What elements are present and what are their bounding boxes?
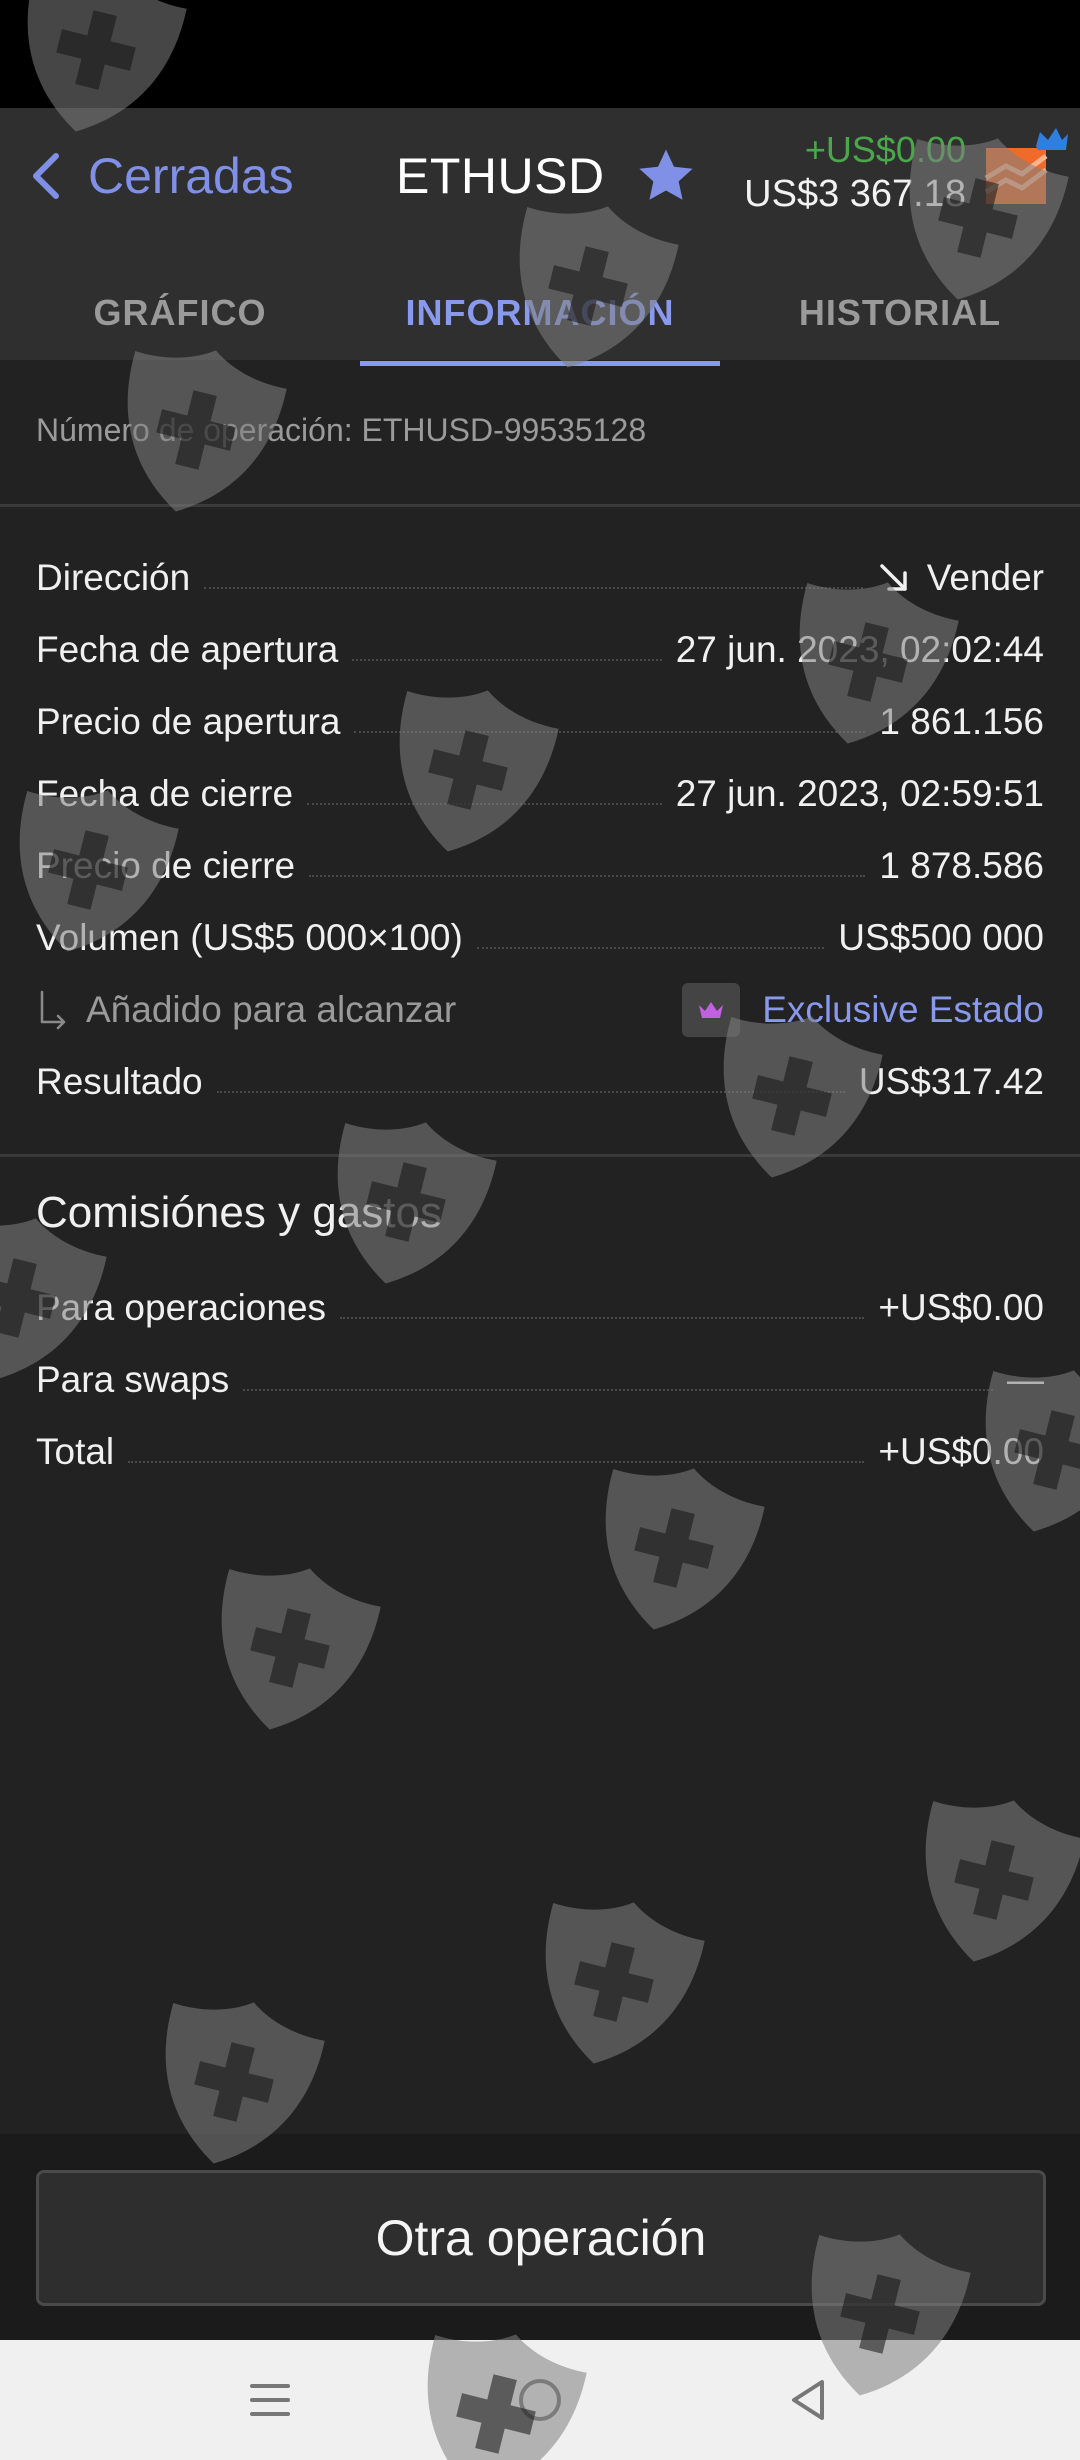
fee-operations-label: Para operaciones <box>36 1287 327 1328</box>
direction-value: Vender <box>926 557 1044 598</box>
account-chart-icon[interactable] <box>982 126 1068 208</box>
equity-value: US$3 367.18 <box>744 173 966 215</box>
details-list: Dirección Vender Fecha de apertura 27 ju… <box>36 542 1044 1118</box>
divider <box>0 504 1080 507</box>
system-nav-bar <box>0 2340 1080 2460</box>
row-volumen: Volumen (US$5 000×100) US$500 000 <box>36 902 1044 974</box>
open-price-value: 1 861.156 <box>879 701 1044 742</box>
close-price-value: 1 878.586 <box>879 845 1044 886</box>
fee-operations-value: +US$0.00 <box>878 1287 1044 1328</box>
row-direccion: Dirección Vender <box>36 542 1044 614</box>
row-fee-operaciones: Para operaciones +US$0.00 <box>36 1272 1044 1344</box>
back-button[interactable]: Cerradas <box>28 140 294 212</box>
fee-total-label: Total <box>36 1431 115 1472</box>
corner-down-right-icon <box>40 990 66 1030</box>
row-resultado: Resultado US$317.42 <box>36 1046 1044 1118</box>
added-label: Añadido para alcanzar <box>86 989 457 1030</box>
close-date-label: Fecha de cierre <box>36 773 294 814</box>
row-precio-apertura: Precio de apertura 1 861.156 <box>36 686 1044 758</box>
symbol-title-area: ETHUSD <box>396 140 697 212</box>
fee-swaps-label: Para swaps <box>36 1359 230 1400</box>
open-date-value: 27 jun. 2023, 02:02:44 <box>675 629 1044 670</box>
fee-total-value: +US$0.00 <box>878 1431 1044 1472</box>
direction-label: Dirección <box>36 557 191 598</box>
back-label: Cerradas <box>88 148 294 204</box>
operation-number: Número de operación: ETHUSD-99535128 <box>36 412 647 448</box>
account-balance[interactable]: +US$0.00 US$3 367.18 <box>744 128 966 216</box>
pnl-value: +US$0.00 <box>804 129 966 170</box>
row-fee-swaps: Para swaps — <box>36 1344 1044 1416</box>
menu-icon[interactable] <box>238 2368 302 2432</box>
page-title: ETHUSD <box>396 148 605 204</box>
back-triangle-icon[interactable] <box>778 2368 842 2432</box>
volume-value: US$500 000 <box>838 917 1044 958</box>
row-anadido: Añadido para alcanzar Exclusive Estado <box>36 974 1044 1046</box>
row-fee-total: Total +US$0.00 <box>36 1416 1044 1488</box>
divider <box>0 1154 1080 1157</box>
open-price-label: Precio de apertura <box>36 701 341 742</box>
status-bar <box>0 0 1080 108</box>
fee-swaps-value: — <box>1007 1359 1044 1400</box>
open-date-label: Fecha de apertura <box>36 629 339 670</box>
tab-bar: GRÁFICO INFORMACIÓN HISTORIAL <box>0 260 1080 366</box>
result-label: Resultado <box>36 1061 203 1102</box>
chevron-left-icon <box>33 153 59 199</box>
result-value: US$317.42 <box>858 1061 1044 1102</box>
home-circle-icon[interactable] <box>508 2368 572 2432</box>
row-fecha-cierre: Fecha de cierre 27 jun. 2023, 02:59:51 <box>36 758 1044 830</box>
tab-historial[interactable]: HISTORIAL <box>720 260 1080 366</box>
fees-section-title: Comisiónes y gastos <box>36 1188 442 1237</box>
row-fecha-apertura: Fecha de apertura 27 jun. 2023, 02:02:44 <box>36 614 1044 686</box>
another-operation-button[interactable]: Otra operación <box>36 2170 1046 2306</box>
status-link[interactable]: Exclusive Estado <box>682 983 1044 1037</box>
crown-icon <box>699 1002 724 1018</box>
arrow-down-right-icon <box>879 564 907 591</box>
tab-informacion[interactable]: INFORMACIÓN <box>360 260 720 366</box>
fees-list: Para operaciones +US$0.00 Para swaps — T… <box>36 1272 1044 1488</box>
close-date-value: 27 jun. 2023, 02:59:51 <box>675 773 1044 814</box>
close-price-label: Precio de cierre <box>36 845 296 886</box>
tab-grafico[interactable]: GRÁFICO <box>0 260 360 366</box>
row-precio-cierre: Precio de cierre 1 878.586 <box>36 830 1044 902</box>
status-link-label: Exclusive Estado <box>762 989 1044 1030</box>
star-icon[interactable] <box>635 145 697 207</box>
volume-label: Volumen (US$5 000×100) <box>36 917 463 958</box>
